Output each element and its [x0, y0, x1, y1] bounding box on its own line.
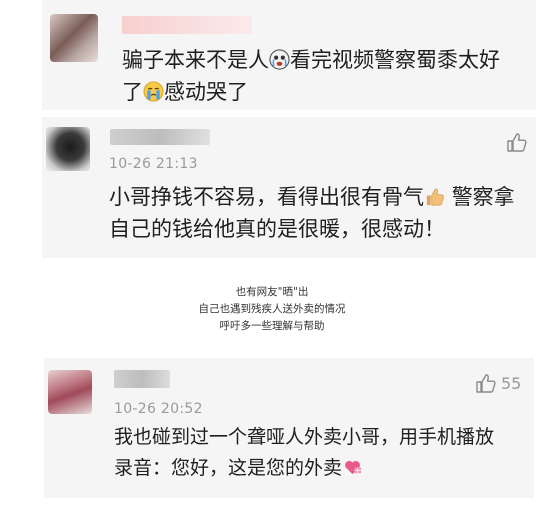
comment-card-1: 骗子本来不是人 看完视频警察蜀黍太好 了感动哭了: [42, 0, 536, 110]
heart-gift-emoji: [345, 460, 362, 475]
comment-text-part: 骗子本来不是人: [122, 48, 269, 72]
thumbs-up-icon: [507, 133, 527, 152]
thumbs-up-emoji: [426, 188, 444, 206]
comment-text-part: 看完视频警察蜀黍太好: [290, 48, 500, 72]
username-blurred[interactable]: [122, 16, 252, 34]
avatar[interactable]: [46, 127, 90, 171]
comment-text-part: 自己的钱给他真的是很暖，很感动！: [109, 217, 445, 241]
comment-text: 我也碰到过一个聋哑人外卖小哥，用手机播放 录音：您好，这是您的外卖: [114, 422, 532, 484]
caption-line: 呼吁多一些理解与帮助: [219, 320, 325, 332]
caption-line: 自己也遇到残疾人送外卖的情况: [198, 303, 346, 315]
thumbs-up-icon: [476, 374, 496, 393]
like-count: 55: [501, 373, 522, 393]
crying-face-emoji: [143, 81, 164, 102]
comment-timestamp: 10-26 21:13: [109, 156, 198, 172]
comment-text-part: 录音：您好，这是您的外卖: [114, 457, 343, 479]
comment-text-part: 了: [122, 80, 143, 104]
like-button[interactable]: 55: [475, 372, 521, 394]
comment-text-part: 我也碰到过一个聋哑人外卖小哥，用手机播放: [114, 426, 495, 448]
like-button[interactable]: [506, 131, 528, 153]
comment-card-2: 10-26 21:13 小哥挣钱不容易，看得出很有骨气 警察拿 自己的钱给他真的…: [42, 117, 536, 258]
comment-text-part: 小哥挣钱不容易，看得出很有骨气: [109, 185, 424, 209]
comment-text: 骗子本来不是人 看完视频警察蜀黍太好 了感动哭了: [122, 44, 542, 108]
comment-timestamp: 10-26 20:52: [114, 401, 203, 417]
comment-text-part: 警察拿: [451, 185, 515, 209]
avatar[interactable]: [50, 14, 98, 62]
comment-card-3: 10-26 20:52 55 我也碰到过一个聋哑人外卖小哥，用手机播放 录音：您…: [44, 358, 534, 498]
image-caption: 也有网友"晒"出 自己也遇到残疾人送外卖的情况 呼吁多一些理解与帮助: [0, 284, 544, 335]
comment-text: 小哥挣钱不容易，看得出很有骨气 警察拿 自己的钱给他真的是很暖，很感动！: [109, 181, 534, 245]
crying-face-emoji: [269, 49, 290, 70]
username-blurred[interactable]: [114, 370, 170, 388]
comment-text-part: 感动哭了: [164, 80, 248, 104]
caption-line: 也有网友"晒"出: [235, 286, 309, 298]
username-blurred[interactable]: [110, 129, 210, 145]
avatar[interactable]: [48, 370, 92, 414]
